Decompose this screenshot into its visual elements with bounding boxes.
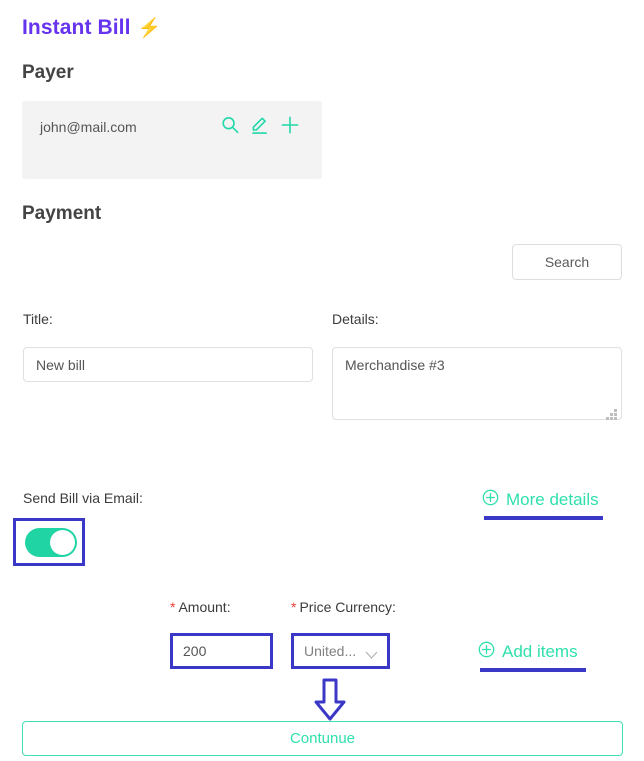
payment-section-heading: Payment bbox=[22, 203, 102, 224]
edit-pencil-icon[interactable] bbox=[250, 115, 270, 140]
lightning-bolt-icon: ⚡ bbox=[137, 17, 162, 39]
more-details-link[interactable]: More details bbox=[482, 489, 599, 511]
plus-icon[interactable] bbox=[280, 115, 300, 140]
amount-input[interactable] bbox=[173, 636, 270, 666]
details-textarea[interactable]: Merchandise #3 bbox=[332, 347, 622, 420]
amount-label-text: Amount: bbox=[178, 599, 231, 615]
amount-field-label: * Amount: bbox=[170, 599, 231, 615]
payer-section-heading: Payer bbox=[22, 62, 74, 83]
add-items-underline bbox=[480, 668, 586, 672]
send-email-toggle[interactable] bbox=[25, 528, 77, 557]
price-currency-select[interactable]: United... bbox=[291, 633, 390, 669]
chevron-down-icon bbox=[365, 647, 378, 665]
search-icon[interactable] bbox=[220, 115, 240, 140]
payer-card: john@mail.com bbox=[22, 101, 322, 179]
add-items-link[interactable]: Add items bbox=[478, 641, 578, 663]
app-title-text: Instant Bill bbox=[22, 16, 131, 39]
continue-button[interactable]: Contunue bbox=[22, 721, 623, 756]
required-marker: * bbox=[291, 599, 297, 615]
search-button[interactable]: Search bbox=[512, 244, 622, 280]
circle-plus-icon bbox=[478, 641, 495, 663]
more-details-label: More details bbox=[506, 490, 599, 509]
payer-email-value: john@mail.com bbox=[40, 119, 137, 135]
details-field-label: Details: bbox=[332, 311, 379, 327]
currency-field-label: * Price Currency: bbox=[291, 599, 396, 615]
title-input[interactable] bbox=[23, 347, 313, 382]
price-currency-value: United... bbox=[304, 643, 357, 659]
email-toggle-highlight-box bbox=[13, 518, 85, 566]
amount-field-highlight-box bbox=[170, 633, 273, 669]
send-email-label: Send Bill via Email: bbox=[23, 490, 143, 506]
page-title: Instant Bill ⚡ bbox=[22, 16, 161, 40]
circle-plus-icon bbox=[482, 489, 499, 511]
currency-label-text: Price Currency: bbox=[299, 599, 396, 615]
toggle-knob bbox=[50, 530, 75, 555]
down-arrow-pointer-icon bbox=[313, 678, 347, 727]
title-field-label: Title: bbox=[23, 311, 53, 327]
add-items-label: Add items bbox=[502, 642, 578, 661]
payer-actions bbox=[220, 115, 300, 140]
required-marker: * bbox=[170, 599, 176, 615]
more-details-underline bbox=[484, 516, 603, 520]
